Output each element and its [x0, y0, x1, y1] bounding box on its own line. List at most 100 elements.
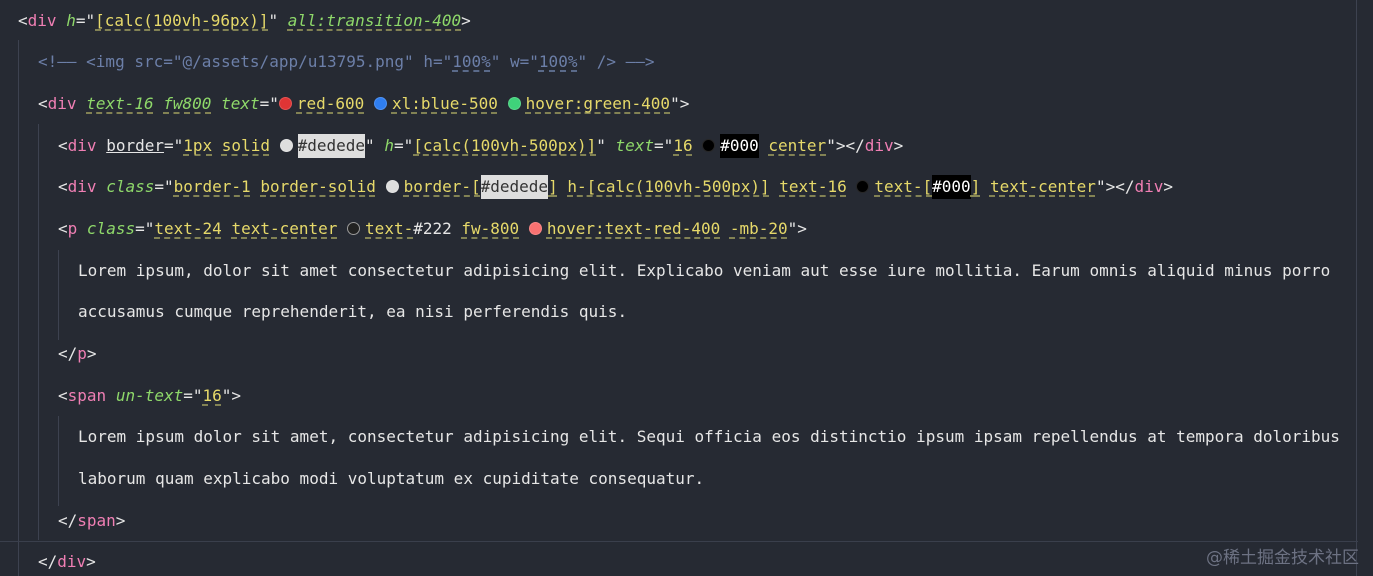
- code-token: h-[calc(100vh-500px)]: [567, 177, 770, 196]
- code-token: text-16: [779, 177, 847, 196]
- color-swatch-icon: [702, 139, 716, 152]
- code-token: div: [1134, 177, 1164, 196]
- code-token: 16: [673, 136, 693, 155]
- code-editor[interactable]: <div h="[calc(100vh-96px)]" all:transiti…: [0, 0, 1373, 576]
- code-line[interactable]: <span un-text="16">: [0, 384, 1373, 408]
- code-token: 16: [202, 386, 222, 405]
- code-token: div: [27, 11, 57, 30]
- code-token: -mb-20: [729, 219, 788, 238]
- code-token: <: [58, 219, 68, 238]
- code-token: =": [154, 177, 174, 196]
- code-token: >: [1163, 177, 1174, 196]
- code-token: text-center: [989, 177, 1096, 196]
- code-line[interactable]: <p class="text-24 text-center text-#222 …: [0, 217, 1373, 241]
- code-token: div: [57, 552, 87, 571]
- code-line[interactable]: </div>: [0, 550, 1373, 574]
- code-token: span: [67, 386, 107, 405]
- code-token: border-solid: [260, 177, 376, 196]
- code-token: red-600: [296, 94, 365, 113]
- code-line[interactable]: Lorem ipsum dolor sit amet, consectetur …: [0, 425, 1373, 449]
- code-token: =": [393, 136, 414, 155]
- color-swatch-icon: [279, 139, 293, 152]
- code-token: =": [163, 136, 184, 155]
- color-swatch-icon: [278, 97, 292, 110]
- color-swatch-icon: [347, 222, 361, 235]
- code-token: </: [38, 552, 58, 571]
- code-token: Lorem ipsum dolor sit amet, consectetur …: [78, 427, 1340, 446]
- code-token: class: [86, 219, 136, 238]
- code-line[interactable]: Lorem ipsum, dolor sit amet consectetur …: [0, 259, 1373, 283]
- code-line[interactable]: <div h="[calc(100vh-96px)]" all:transiti…: [0, 9, 1373, 33]
- code-token: =": [183, 386, 203, 405]
- code-token: all:transition-400: [287, 11, 462, 30]
- code-token: ": [268, 11, 288, 30]
- code-token: <: [38, 94, 48, 113]
- code-token: fw-800: [461, 219, 520, 238]
- code-token: ]: [548, 177, 558, 196]
- code-token: div: [67, 136, 97, 155]
- code-token: p: [67, 219, 78, 238]
- code-token: >: [893, 136, 904, 155]
- code-token: ">: [670, 94, 690, 113]
- code-line[interactable]: <div class="border-1 border-solid border…: [0, 175, 1373, 199]
- code-token: =": [259, 94, 279, 113]
- code-token: accusamus cumque reprehenderit, ea nisi …: [78, 302, 628, 321]
- code-token: ": [365, 136, 385, 155]
- code-token: div: [864, 136, 894, 155]
- code-token: </: [58, 511, 78, 530]
- code-line[interactable]: </span>: [0, 509, 1373, 533]
- code-line[interactable]: <div border="1px solid #dedede" h="[calc…: [0, 134, 1373, 158]
- code-token: =": [75, 11, 96, 30]
- code-token: <: [58, 136, 68, 155]
- code-token: 1px: [183, 136, 213, 155]
- color-swatch-icon: [373, 97, 387, 110]
- code-token: ">: [787, 219, 807, 238]
- code-token: border-[: [403, 177, 481, 196]
- code-token: ">: [221, 386, 242, 405]
- code-token: "></: [826, 136, 865, 155]
- code-token: border: [106, 136, 164, 155]
- code-line[interactable]: <!—— <img src="@/assets/app/u13795.png" …: [0, 50, 1373, 74]
- code-token: >: [86, 344, 97, 363]
- code-token: <: [18, 11, 28, 30]
- code-token: =": [135, 219, 155, 238]
- code-token: </: [58, 344, 78, 363]
- code-line[interactable]: accusamus cumque reprehenderit, ea nisi …: [0, 300, 1373, 324]
- code-token: >: [461, 11, 471, 30]
- code-line[interactable]: <div text-16 fw800 text=" red-600 xl:blue…: [0, 92, 1373, 116]
- code-token: >: [115, 511, 126, 530]
- code-token: <!—— <img src="@/assets/app/u13795.png" …: [38, 52, 453, 71]
- code-token: "></: [1095, 177, 1135, 196]
- code-line[interactable]: </p>: [0, 342, 1373, 366]
- code-token: text: [221, 94, 260, 113]
- code-token: class: [106, 177, 155, 196]
- code-token: un-text: [115, 386, 184, 405]
- code-token: hover:text-red-400: [546, 219, 721, 238]
- code-token: solid: [221, 136, 270, 155]
- code-token: div: [47, 94, 77, 113]
- code-line[interactable]: laborum quam explicabo modi voluptatum e…: [0, 467, 1373, 491]
- code-token: " w=": [490, 52, 539, 71]
- code-token: div: [67, 177, 97, 196]
- code-token: center: [768, 136, 827, 155]
- code-token: <: [58, 177, 68, 196]
- code-token: text-16: [86, 94, 154, 113]
- code-token: ]: [970, 177, 981, 196]
